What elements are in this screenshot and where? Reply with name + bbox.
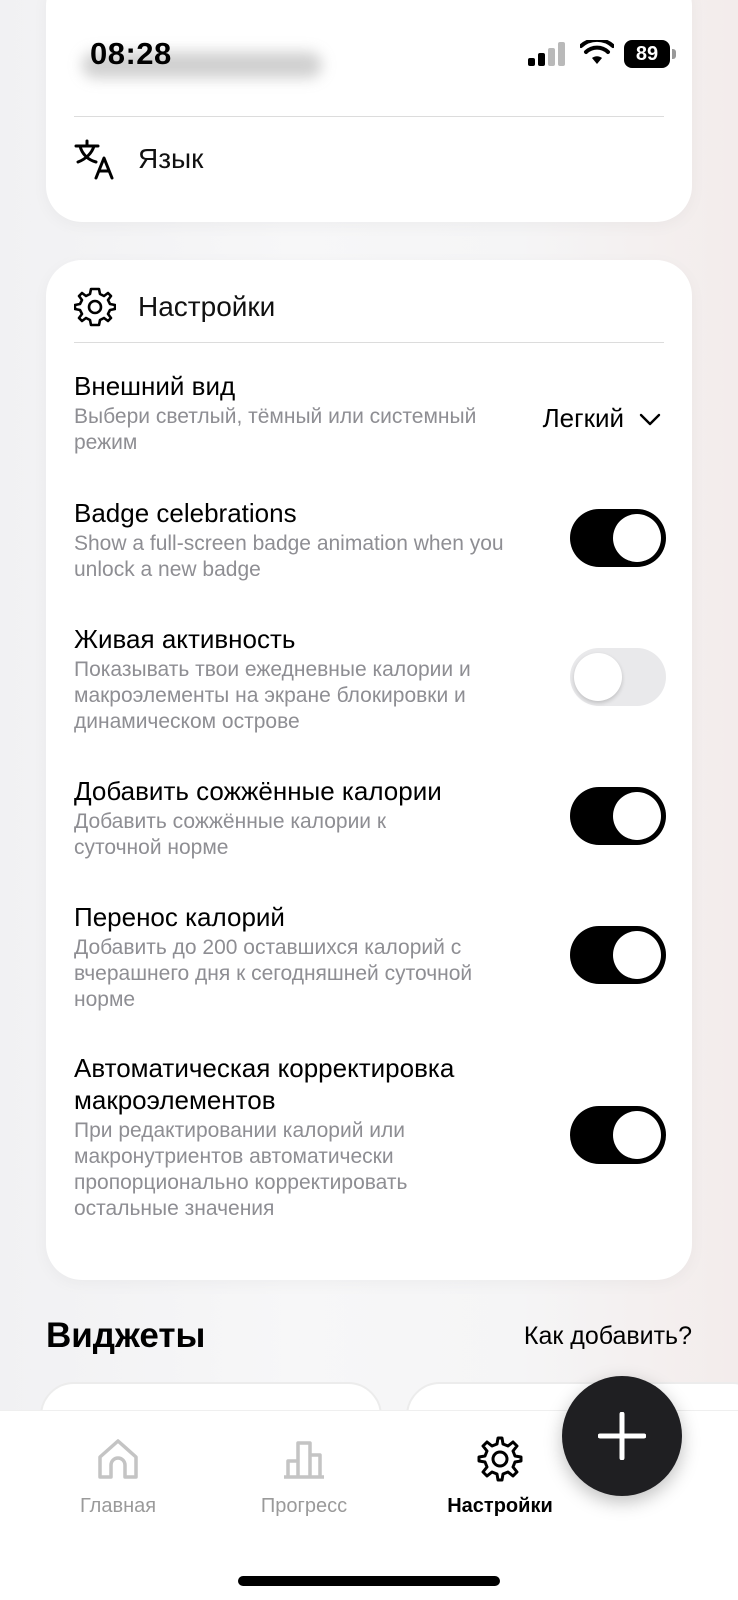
appearance-value: Легкий (542, 403, 624, 433)
widgets-heading: Виджеты (46, 1316, 206, 1355)
add-button[interactable] (562, 1376, 682, 1496)
badge-celebrations-setting: Badge celebrations Show a full-screen ba… (74, 497, 549, 583)
settings-header-label: Настройки (138, 291, 276, 322)
setting-description: Добавить до 200 оставшихся калорий с вче… (74, 936, 473, 1011)
gear-icon (74, 287, 116, 327)
tab-settings-label: Настройки (447, 1495, 553, 1517)
setting-title: Живая активность (74, 624, 296, 654)
setting-title: Автоматическая корректировка макроэлемен… (74, 1053, 455, 1115)
toggle-knob (613, 1111, 661, 1159)
appearance-setting: Внешний вид Выбери светлый, тёмный или с… (74, 370, 504, 456)
language-label: Язык (138, 143, 204, 174)
toggle-knob (613, 514, 661, 562)
tab-progress[interactable]: Прогресс (214, 1435, 394, 1518)
burned-calories-setting: Добавить сожжённые калории Добавить сожж… (74, 775, 529, 861)
appearance-title: Внешний вид (74, 371, 236, 401)
status-bar: 08:28 89 (0, 0, 738, 100)
chevron-down-icon (639, 413, 661, 425)
appearance-description: Выбери светлый, тёмный или системный реж… (74, 405, 477, 454)
divider (74, 342, 664, 343)
toggle-knob (574, 653, 622, 701)
setting-description: При редактировании калорий или макронутр… (74, 1119, 408, 1220)
setting-description: Show a full-screen badge animation when … (74, 532, 504, 581)
setting-title: Badge celebrations (74, 498, 297, 528)
wifi-icon (580, 40, 614, 64)
cellular-signal-icon (528, 42, 565, 66)
tab-progress-label: Прогресс (260, 1495, 348, 1517)
burned-calories-toggle[interactable] (570, 787, 666, 845)
settings-card: Настройки Внешний вид Выбери светлый, тё… (46, 260, 692, 1280)
calorie-rollover-toggle[interactable] (570, 926, 666, 984)
battery-cap (672, 49, 676, 59)
language-row[interactable]: Язык (74, 138, 203, 180)
divider (74, 116, 664, 117)
appearance-select[interactable]: Легкий (543, 403, 662, 434)
setting-description: Добавить сожжённые калории к суточной но… (74, 810, 387, 859)
setting-title: Перенос калорий (74, 902, 285, 932)
calorie-rollover-setting: Перенос калорий Добавить до 200 оставших… (74, 901, 529, 1013)
tab-home[interactable]: Главная (28, 1435, 208, 1518)
settings-header: Настройки (74, 286, 275, 328)
badge-celebrations-toggle[interactable] (570, 509, 666, 567)
auto-macro-adjust-setting: Автоматическая корректировка макроэлемен… (74, 1052, 529, 1222)
tab-home-label: Главная (79, 1495, 157, 1517)
bar-chart-icon (284, 1441, 324, 1479)
toggle-knob (613, 792, 661, 840)
gear-icon (477, 1436, 523, 1482)
auto-macro-adjust-toggle[interactable] (570, 1106, 666, 1164)
setting-title: Добавить сожжённые калории (74, 776, 442, 806)
translate-icon (74, 139, 114, 180)
status-time: 08:28 (90, 36, 172, 71)
plus-icon (598, 1412, 646, 1460)
battery-level: 89 (624, 40, 670, 68)
toggle-knob (613, 931, 661, 979)
setting-description: Показывать твои ежедневные калории и мак… (74, 658, 471, 733)
how-to-add-link[interactable]: Как добавить? (524, 1322, 692, 1351)
battery-icon: 89 (624, 40, 676, 68)
home-icon (98, 1439, 138, 1479)
home-indicator[interactable] (238, 1576, 500, 1586)
live-activity-toggle[interactable] (570, 648, 666, 706)
live-activity-setting: Живая активность Показывать твои ежеднев… (74, 623, 529, 735)
